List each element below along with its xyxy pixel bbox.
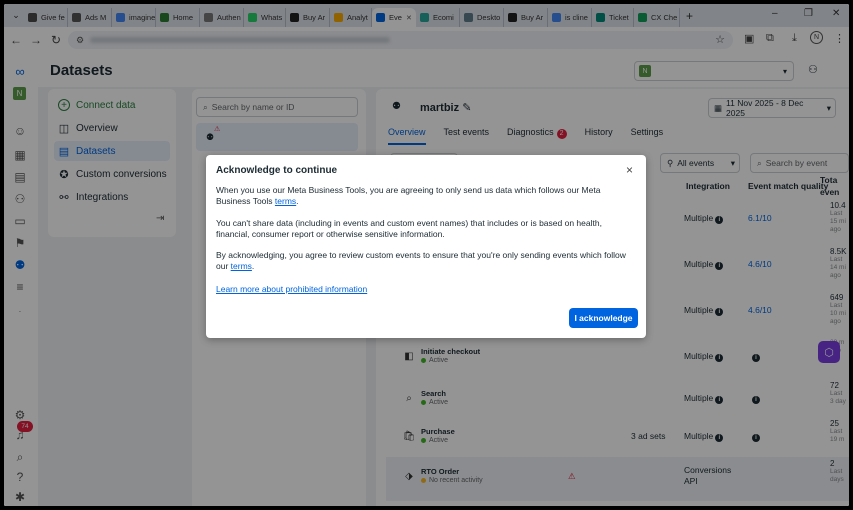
terms-link-1[interactable]: terms [275,196,296,206]
acknowledge-button[interactable]: I acknowledge [569,308,638,328]
dialog-paragraph-2: You can't share data (including in event… [216,218,602,239]
dialog-paragraph-1: When you use our Meta Business Tools, yo… [216,185,601,206]
terms-link-2[interactable]: terms [231,261,252,271]
close-icon[interactable]: × [626,163,633,177]
dialog-title: Acknowledge to continue [216,165,338,176]
learn-more-link[interactable]: Learn more about prohibited information [216,284,367,295]
acknowledge-dialog: Acknowledge to continue × When you use o… [206,155,646,338]
dialog-paragraph-3: By acknowledging, you agree to review cu… [216,250,626,271]
browser-window: ⌄ Give fe Ads Mimagine Home Authen Whats Buy … [4,4,849,506]
